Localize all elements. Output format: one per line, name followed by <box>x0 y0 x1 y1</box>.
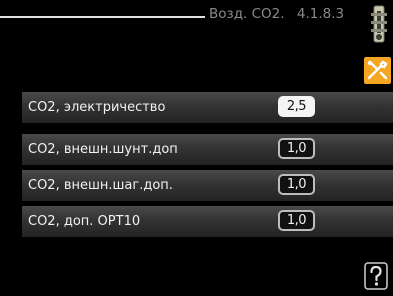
help-icon[interactable] <box>364 262 388 290</box>
list-item[interactable]: CO2, внешн.шаг.доп. 1,0 <box>22 170 393 201</box>
menu-number: 4.1.8.3 <box>296 6 345 22</box>
value-field[interactable]: 1,0 <box>278 138 315 159</box>
row-label: CO2, доп. OPT10 <box>28 214 141 229</box>
thermostat-icon <box>370 5 388 43</box>
value-field[interactable]: 1,0 <box>278 210 315 231</box>
value-field[interactable]: 2,5 <box>278 96 315 117</box>
page-title-text: Возд. CO2. <box>209 6 285 22</box>
list-item[interactable]: CO2, внешн.шунт.доп 1,0 <box>22 134 393 165</box>
tools-icon[interactable] <box>364 57 391 84</box>
list-item[interactable]: CO2, электричество 2,5 <box>22 92 393 123</box>
row-label: CO2, внешн.шунт.доп <box>28 142 178 157</box>
row-label: CO2, электричество <box>28 100 166 115</box>
row-label: CO2, внешн.шаг.доп. <box>28 178 173 193</box>
list-item[interactable]: CO2, доп. OPT10 1,0 <box>22 206 393 237</box>
header-divider <box>0 16 205 18</box>
value-field[interactable]: 1,0 <box>278 174 315 195</box>
page-title: Возд. CO2. 4.1.8.3 <box>209 6 344 22</box>
